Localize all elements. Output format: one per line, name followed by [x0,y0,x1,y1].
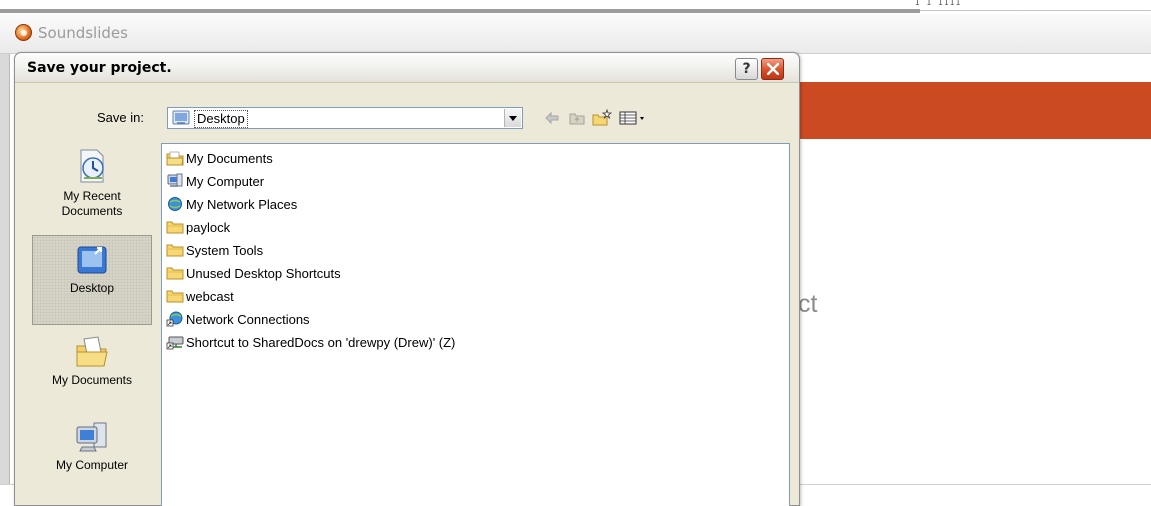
my-computer-icon [76,422,107,452]
save-in-value: Desktop [194,110,248,128]
up-folder-icon [569,113,585,125]
recent-documents-icon [80,149,104,183]
network-drive-shortcut-icon [166,336,184,350]
desktop-icon [172,110,190,125]
desktop-icon [77,246,107,274]
list-item-my-network-places[interactable]: My Network Places [166,194,297,214]
save-in-label: Save in: [97,110,144,125]
app-titlebar [0,14,1151,54]
list-item-paylock[interactable]: paylock [166,217,230,237]
list-item-unused-desktop-shortcuts[interactable]: Unused Desktop Shortcuts [166,263,341,283]
file-name: Unused Desktop Shortcuts [186,265,341,281]
place-label: My Computer [55,458,129,472]
app-title: Soundslides [38,24,128,42]
file-name: webcast [186,288,234,304]
network-places-icon [168,197,182,211]
soundslides-logo-icon [15,24,32,41]
place-my-computer[interactable]: My Computer [32,419,152,495]
top-divider [0,9,920,13]
place-desktop[interactable]: Desktop [32,235,152,325]
my-documents-icon [76,336,108,367]
file-name: My Computer [186,173,265,189]
place-my-documents[interactable]: My Documents [32,334,152,408]
place-label: My Documents [51,373,133,387]
top-partial-text: I I IIII [915,0,962,6]
folder-icon [166,290,184,303]
list-item-webcast[interactable]: webcast [166,286,234,306]
app-left-edge [0,54,10,484]
file-name: My Documents [186,150,273,166]
list-item-my-documents[interactable]: My Documents [166,148,273,168]
places-bar: My Recent Documents Desktop My Documents [32,146,152,506]
place-my-recent-documents[interactable]: My Recent Documents [32,146,152,232]
list-item-network-connections[interactable]: Network Connections [166,309,310,329]
top-divider-right [920,10,1151,11]
file-name: Network Connections [186,311,310,327]
chevron-down-icon[interactable] [504,109,521,127]
my-documents-folder-icon [166,151,184,166]
folder-icon [166,267,184,280]
dialog-title: Save your project. [27,60,172,76]
file-list[interactable]: My Documents My Computer My Network Plac… [161,143,790,506]
save-in-dropdown[interactable]: Desktop [167,107,523,129]
save-project-dialog: Save your project. ? Save in: Desktop My… [14,52,800,506]
place-label: My Recent Documents [61,189,123,218]
folder-icon [166,244,184,257]
dialog-titlebar[interactable]: Save your project. [15,53,799,83]
folder-icon [166,221,184,234]
new-folder-icon [592,108,613,126]
list-item-my-computer[interactable]: My Computer [166,171,264,191]
file-name: paylock [186,219,231,235]
up-folder-button[interactable] [568,109,586,129]
computer-icon [167,173,183,187]
close-icon [767,63,779,75]
views-menu-icon [619,111,644,125]
views-menu-button[interactable] [618,109,648,129]
file-name: System Tools [186,242,264,258]
background-partial-text: ct [798,290,818,318]
file-name: Shortcut to SharedDocs on 'drewpy (Drew)… [186,334,456,350]
help-button[interactable]: ? [735,58,758,80]
back-button[interactable] [543,109,561,129]
file-name: My Network Places [186,196,298,212]
back-arrow-icon [545,111,559,125]
list-item-shareddocs-shortcut[interactable]: Shortcut to SharedDocs on 'drewpy (Drew)… [166,332,455,352]
network-connections-icon [166,311,183,327]
list-item-system-tools[interactable]: System Tools [166,240,263,260]
place-label: Desktop [69,281,115,295]
orange-banner [796,82,1151,139]
new-folder-button[interactable] [591,108,613,129]
close-button[interactable] [761,58,784,80]
